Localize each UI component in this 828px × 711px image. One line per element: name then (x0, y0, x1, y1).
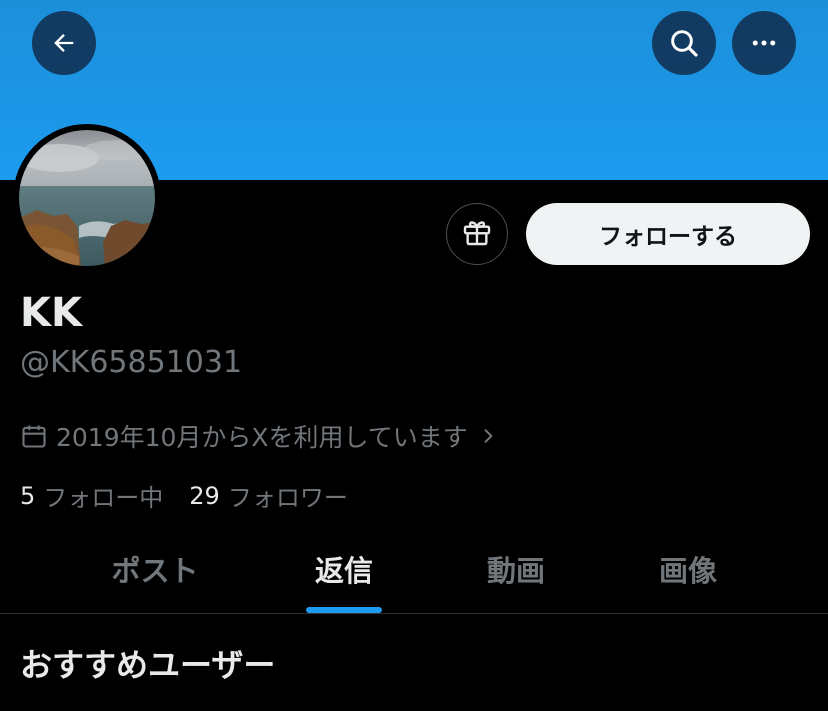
tab-replies[interactable]: 返信 (315, 548, 373, 590)
gift-button[interactable] (446, 203, 508, 265)
more-button[interactable] (732, 11, 796, 75)
more-horizontal-icon (749, 28, 779, 58)
followers-link[interactable]: 29 フォロワー (189, 478, 348, 513)
following-link[interactable]: 5 フォロー中 (20, 478, 163, 513)
search-icon (668, 27, 700, 59)
follow-button[interactable]: フォローする (526, 203, 810, 265)
arrow-left-icon (50, 29, 78, 57)
recommended-users-title: おすすめユーザー (20, 646, 276, 684)
profile-handle: @KK65851031 (20, 345, 243, 380)
joined-date-row[interactable]: 2019年10月からXを利用しています (20, 418, 498, 454)
tab-videos[interactable]: 動画 (487, 548, 545, 590)
profile-name: KK (20, 290, 82, 336)
tab-images[interactable]: 画像 (659, 548, 717, 590)
tabs-divider (0, 613, 828, 614)
following-label: フォロー中 (43, 484, 164, 512)
tab-posts[interactable]: ポスト (111, 548, 198, 590)
gift-icon (461, 216, 493, 252)
calendar-icon (20, 422, 48, 450)
search-button[interactable] (652, 11, 716, 75)
followers-count: 29 (189, 481, 220, 510)
following-count: 5 (20, 481, 36, 510)
follow-stats: 5 フォロー中 29 フォロワー (20, 478, 374, 513)
avatar[interactable] (13, 124, 161, 272)
chevron-right-icon (478, 426, 498, 446)
profile-tabs: ポスト 返信 動画 画像 (0, 540, 828, 614)
joined-date-text: 2019年10月からXを利用しています (56, 423, 468, 452)
followers-label: フォロワー (227, 484, 348, 512)
avatar-image (19, 130, 155, 266)
back-button[interactable] (32, 11, 96, 75)
